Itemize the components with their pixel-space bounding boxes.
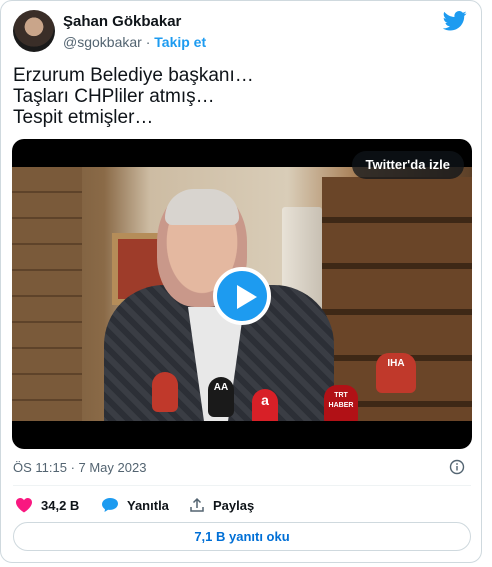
microphone: IHA bbox=[376, 353, 416, 393]
mic-label: AA bbox=[213, 382, 229, 393]
watch-on-twitter-button[interactable]: Twitter'da izle bbox=[351, 151, 464, 179]
speech-bubble-icon bbox=[102, 498, 118, 512]
heart-icon bbox=[16, 498, 32, 513]
tweet-line: Erzurum Belediye başkanı… bbox=[13, 65, 254, 86]
microphone bbox=[152, 372, 178, 412]
mic-label: IHA bbox=[387, 358, 405, 369]
microphone: TRT HABER bbox=[324, 385, 358, 421]
tweet-timestamp[interactable]: ÖS 11:15 · 7 May 2023 bbox=[13, 460, 146, 475]
meta-separator: · bbox=[145, 34, 151, 50]
follow-button[interactable]: Takip et bbox=[154, 34, 206, 50]
microphone: a bbox=[252, 389, 278, 421]
share-button[interactable]: Paylaş bbox=[189, 494, 254, 516]
divider bbox=[13, 485, 471, 486]
tweet-card: Şahan Gökbakar @sgokbakar · Takip et Erz… bbox=[0, 0, 482, 563]
share-arrow-icon bbox=[190, 497, 204, 512]
reply-button[interactable]: Yanıtla bbox=[101, 494, 169, 516]
author-meta: @sgokbakar · Takip et bbox=[63, 34, 206, 50]
info-icon[interactable] bbox=[449, 459, 465, 475]
read-replies-button[interactable]: 7,1 B yanıtı oku bbox=[13, 522, 471, 551]
tweet-text: Erzurum Belediye başkanı… Taşları CHPlil… bbox=[13, 65, 473, 128]
like-button[interactable]: 34,2 B bbox=[15, 494, 79, 516]
background-panel bbox=[12, 167, 82, 421]
author-name[interactable]: Şahan Gökbakar bbox=[63, 13, 181, 30]
author-handle[interactable]: @sgokbakar bbox=[63, 34, 142, 50]
reply-label: Yanıtla bbox=[127, 497, 169, 513]
like-count: 34,2 B bbox=[41, 497, 80, 513]
mic-label: TRT HABER bbox=[328, 392, 354, 409]
microphone: AA bbox=[208, 377, 234, 417]
share-label: Paylaş bbox=[213, 497, 255, 513]
twitter-bird-icon[interactable] bbox=[443, 11, 467, 31]
tweet-line: Tespit etmişler… bbox=[13, 107, 154, 128]
play-icon[interactable] bbox=[213, 267, 271, 325]
video-player[interactable]: AA a TRT HABER IHA Twitter'da izle bbox=[12, 139, 472, 449]
avatar[interactable] bbox=[13, 10, 55, 52]
tweet-line: Taşları CHPliler atmış… bbox=[13, 86, 215, 107]
mic-label: a bbox=[261, 392, 269, 408]
